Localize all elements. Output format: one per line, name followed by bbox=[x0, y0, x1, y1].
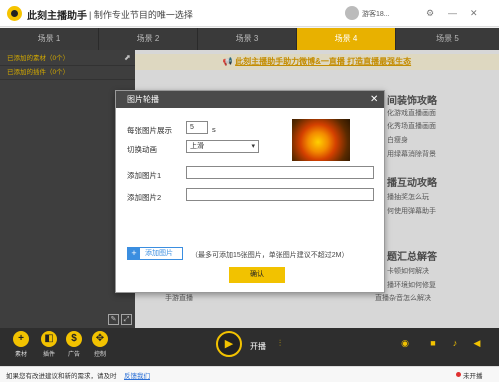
start-stream-button[interactable]: ▶ bbox=[216, 331, 242, 357]
ads-button[interactable]: $ 广告 bbox=[64, 328, 84, 358]
feedback-text: 如果您有改进建议和新的需求，请及时 bbox=[6, 373, 117, 380]
image-2-path-field[interactable] bbox=[186, 188, 374, 201]
plus-icon: + bbox=[13, 331, 29, 347]
app-logo-icon bbox=[7, 6, 22, 21]
tab-scene-5[interactable]: 场景 5 bbox=[396, 28, 499, 50]
status-bar: 如果您有改进建议和新的需求，请及时 反馈我们 未开播 bbox=[0, 366, 499, 382]
add-image-button[interactable]: + 添加图片 bbox=[127, 247, 183, 260]
control-icon: ✥ bbox=[92, 331, 108, 347]
camera-icon[interactable]: ■ bbox=[426, 336, 440, 350]
settings-icon[interactable]: ⚙ bbox=[426, 8, 434, 18]
materials-button[interactable]: + 素材 bbox=[11, 328, 31, 358]
microphone-icon[interactable]: ♪ bbox=[448, 336, 462, 350]
add-image-2-label: 添加图片2 bbox=[127, 193, 162, 202]
bottom-toolbar: + 素材 ◧ 插件 $ 广告 ✥ 控制 ▶ 开播 ⫶ ◉ ■ ♪ ◀ bbox=[0, 328, 499, 366]
webcam-icon[interactable]: ◉ bbox=[398, 336, 412, 350]
control-button[interactable]: ✥ 控制 bbox=[90, 328, 110, 358]
user-name[interactable]: 游客18... bbox=[362, 9, 390, 19]
volume-icon[interactable]: ◀ bbox=[470, 336, 484, 350]
dialog-title: 图片轮播 bbox=[116, 91, 384, 108]
mixer-icon[interactable]: ⫶ bbox=[273, 336, 287, 350]
play-icon: ▶ bbox=[224, 338, 234, 350]
ad-icon: $ bbox=[66, 331, 82, 347]
avatar[interactable] bbox=[345, 6, 359, 20]
chevron-down-icon: ▾ bbox=[251, 143, 255, 150]
feedback-link[interactable]: 反馈我们 bbox=[124, 370, 150, 380]
add-image-1-label: 添加图片1 bbox=[127, 171, 162, 180]
start-stream-label[interactable]: 开播 bbox=[250, 341, 266, 352]
plugins-button-label: 插件 bbox=[42, 352, 55, 358]
transition-label: 切换动画 bbox=[127, 145, 157, 154]
plugin-icon: ◧ bbox=[41, 331, 57, 347]
title-bar: 此刻主播助手 | 制作专业节目的唯一选择 游客18... ⚙ — ✕ bbox=[0, 0, 499, 27]
minimize-icon[interactable]: — bbox=[448, 8, 457, 18]
app-slogan: | 制作专业节目的唯一选择 bbox=[89, 10, 193, 20]
transition-select-value: 上滑 bbox=[190, 143, 204, 150]
per-image-duration-input[interactable]: 5 bbox=[186, 121, 208, 134]
live-status-dot bbox=[456, 372, 461, 377]
transition-select[interactable]: 上滑 ▾ bbox=[186, 140, 259, 153]
close-icon[interactable]: ✕ bbox=[370, 91, 378, 108]
plugins-button[interactable]: ◧ 插件 bbox=[39, 328, 59, 358]
tab-scene-3[interactable]: 场景 3 bbox=[198, 28, 297, 50]
tab-scene-1[interactable]: 场景 1 bbox=[0, 28, 99, 50]
live-status: 未开播 bbox=[463, 373, 483, 380]
scene-tabs: 场景 1 场景 2 场景 3 场景 4 场景 5 bbox=[0, 28, 499, 50]
app-name: 此刻主播助手 bbox=[27, 11, 87, 22]
tab-scene-2[interactable]: 场景 2 bbox=[99, 28, 198, 50]
materials-button-label: 素材 bbox=[14, 352, 27, 358]
add-image-hint: （最多可添加15张图片，单张图片建议不超过2M） bbox=[191, 252, 349, 259]
image-carousel-dialog: 图片轮播 ✕ 每张图片展示 5 s 切换动画 上滑 ▾ 添加图片1 添加图片2 … bbox=[115, 90, 385, 293]
control-button-label: 控制 bbox=[93, 352, 106, 358]
image-preview bbox=[292, 119, 350, 161]
ads-button-label: 广告 bbox=[67, 352, 80, 358]
tab-scene-4[interactable]: 场景 4 bbox=[297, 28, 396, 50]
plus-icon: + bbox=[128, 248, 140, 259]
image-1-path-field[interactable] bbox=[186, 166, 374, 179]
per-image-label: 每张图片展示 bbox=[127, 126, 172, 135]
add-image-button-label: 添加图片 bbox=[145, 250, 173, 257]
seconds-unit: s bbox=[212, 125, 216, 134]
close-icon[interactable]: ✕ bbox=[470, 8, 478, 18]
confirm-button[interactable]: 确认 bbox=[229, 267, 285, 283]
